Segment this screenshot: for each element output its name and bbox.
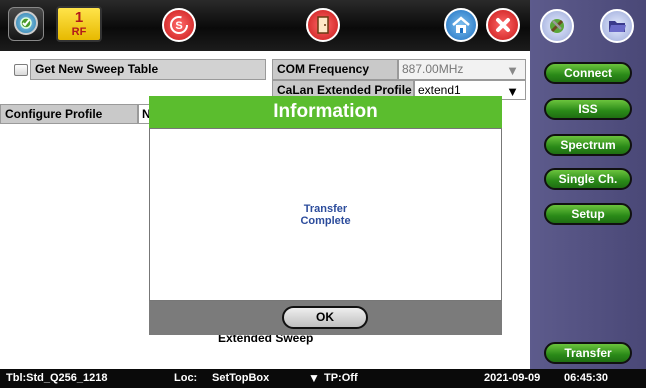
side-menu-panel xyxy=(530,0,646,388)
home-icon[interactable] xyxy=(444,8,478,42)
get-new-sweep-table-label: Get New Sweep Table xyxy=(30,59,266,80)
connect-button[interactable]: Connect xyxy=(544,62,632,84)
status-date: 2021-09-09 xyxy=(484,372,541,384)
tools-icon[interactable] xyxy=(540,9,574,43)
com-frequency-value: 887.00MHz xyxy=(402,62,464,76)
screen: 1 RF S Get New Sweep Table COM Frequency… xyxy=(0,0,646,388)
com-frequency-label: COM Frequency xyxy=(272,59,398,80)
calan-extended-profile-value: extend1 xyxy=(418,83,461,97)
gauge-icon xyxy=(14,11,38,35)
svg-text:S: S xyxy=(175,20,182,32)
folder-icon[interactable] xyxy=(600,9,634,43)
meter-button[interactable] xyxy=(8,7,44,41)
status-bar: Tbl:Std_Q256_1218 Loc: SetTopBox ▼ TP:Of… xyxy=(0,369,646,388)
status-loc-label: Loc: xyxy=(174,372,198,384)
status-time: 06:45:30 xyxy=(564,372,609,384)
chevron-down-icon: ▼ xyxy=(506,63,519,78)
status-table: Tbl:Std_Q256_1218 xyxy=(6,372,108,384)
status-tp: TP:Off xyxy=(324,372,358,384)
iss-button[interactable]: ISS xyxy=(544,98,632,120)
single-ch-button[interactable]: Single Ch. xyxy=(544,168,632,190)
stop-s-icon[interactable]: S xyxy=(162,8,196,42)
exit-door-icon[interactable] xyxy=(306,8,340,42)
rf-port-number: 1 xyxy=(74,9,84,26)
get-new-sweep-table-checkbox[interactable] xyxy=(14,64,28,76)
transfer-button[interactable]: Transfer xyxy=(544,342,632,364)
spectrum-button[interactable]: Spectrum xyxy=(544,134,632,156)
dialog-message-line1: Transfer xyxy=(303,203,348,215)
configure-profile-label: Configure Profile xyxy=(0,104,138,124)
dialog-message-line2: Complete xyxy=(300,215,351,227)
com-frequency-select[interactable]: 887.00MHz ▼ xyxy=(398,59,526,80)
chevron-down-icon: ▼ xyxy=(308,371,320,385)
rf-port-button[interactable]: 1 RF xyxy=(56,6,102,42)
dialog-title: Information xyxy=(149,96,502,128)
close-icon[interactable] xyxy=(486,8,520,42)
setup-button[interactable]: Setup xyxy=(544,203,632,225)
status-loc-value: SetTopBox xyxy=(212,372,270,384)
dialog-body: Transfer Complete xyxy=(149,128,502,301)
dialog-message: Transfer Complete xyxy=(150,203,501,227)
rf-port-label: RF xyxy=(71,26,87,38)
ok-button[interactable]: OK xyxy=(282,306,368,329)
top-toolbar: 1 RF S xyxy=(0,0,530,51)
chevron-down-icon: ▼ xyxy=(506,84,519,99)
